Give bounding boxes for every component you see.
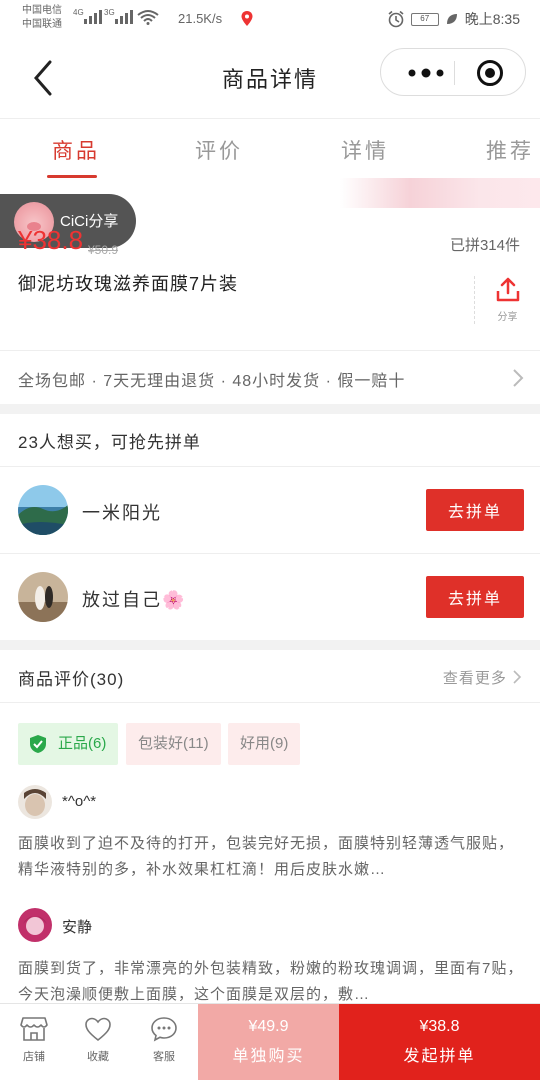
more-dots-icon[interactable]: [401, 63, 451, 83]
store-icon: [20, 1017, 48, 1041]
network-type-1: 4G: [73, 8, 84, 17]
customer-service-button[interactable]: 客服: [134, 1016, 194, 1064]
share-upload-icon: [496, 277, 520, 302]
tag-chip-authentic[interactable]: 正品(6): [18, 723, 119, 765]
member-name-text: 放过自己: [82, 590, 162, 610]
original-price: ¥50.9: [88, 243, 119, 257]
tag-chip-useful[interactable]: 好用(9): [228, 723, 301, 765]
review-text: 面膜到货了，非常漂亮的外包装精致，粉嫩的粉玫瑰调调，里面有7贴，今天泡澡顺便敷上…: [18, 960, 524, 1003]
store-button[interactable]: 店铺: [4, 1016, 64, 1064]
start-group-buy-button[interactable]: ¥38.8 发起拼单: [339, 1004, 540, 1080]
bottom-action-bar: 店铺 收藏 客服 ¥49.9 单独购买 ¥38.8 发起拼单: [0, 1003, 540, 1080]
reviewer-name: 安静: [62, 919, 93, 936]
alone-price: ¥49.9: [248, 1018, 289, 1035]
capsule-divider: [454, 61, 455, 85]
signal-icon-1: [84, 10, 102, 24]
signal-icon-2: [115, 10, 133, 24]
product-title: 御泥坊玫瑰滋养面膜7片装: [18, 274, 239, 294]
chat-bubble-icon: [151, 1017, 177, 1042]
avatar: [18, 485, 68, 535]
share-button[interactable]: 分享: [474, 276, 540, 324]
tag-label: 包装好(11): [138, 735, 209, 752]
group-buy-price: ¥38.8: [419, 1018, 460, 1035]
section-gap: [0, 640, 540, 650]
active-tab-indicator: [47, 175, 97, 178]
status-bar: 中国电信 中国联通 4G 3G 21.5K/s 67 晚上8:35: [0, 0, 540, 38]
member-name: 一米阳光: [82, 503, 162, 523]
group-price: ¥38.8: [18, 225, 84, 255]
group-buy-label: 发起拼单: [403, 1048, 476, 1065]
service-guarantees[interactable]: 全场包邮 · 7天无理由退货 · 48小时发货 · 假一赔十: [0, 350, 540, 404]
heart-icon: [85, 1017, 111, 1042]
group-buy-row: 放过自己🌸 去拼单: [0, 553, 540, 639]
view-more-label: 查看更多: [442, 670, 507, 687]
divider: [0, 702, 540, 703]
member-name: 放过自己🌸: [82, 586, 186, 612]
buy-alone-button[interactable]: ¥49.9 单独购买: [198, 1004, 339, 1080]
reviews-heading: 商品评价(30): [18, 670, 125, 689]
chevron-right-icon: [513, 670, 522, 684]
tab-product[interactable]: 商品: [52, 135, 100, 165]
battery-icon: 67: [410, 12, 439, 26]
mini-program-capsule: [380, 48, 526, 96]
avatar: [18, 908, 52, 942]
close-miniprogram-icon[interactable]: [476, 59, 504, 87]
flower-emoji: 🌸: [162, 590, 187, 610]
favorite-label: 收藏: [87, 1051, 109, 1063]
store-label: 店铺: [23, 1051, 45, 1063]
network-speed: 21.5K/s: [178, 11, 223, 26]
tag-label: 正品(6): [58, 735, 107, 752]
group-buy-heading: 23人想买，可抢先拼单: [18, 433, 201, 452]
join-group-button[interactable]: 去拼单: [426, 489, 524, 531]
group-buy-row: 一米阳光 去拼单: [0, 466, 540, 552]
alarm-clock-icon: [388, 10, 404, 28]
tab-details[interactable]: 详情: [341, 135, 389, 165]
status-right: 67 晚上8:35: [387, 9, 520, 29]
review-text: 面膜收到了迫不及待的打开，包装完好无损，面膜特别轻薄透气服贴，精华液特别的多，补…: [18, 835, 515, 878]
alone-label: 单独购买: [232, 1048, 305, 1065]
nav-bar: 商品详情: [0, 38, 540, 118]
sold-count: 已拼314件: [449, 237, 520, 254]
avatar: [18, 572, 68, 622]
leaf-icon: [446, 14, 457, 24]
shield-check-icon: [30, 735, 46, 753]
favorite-button[interactable]: 收藏: [68, 1016, 128, 1064]
view-more-link[interactable]: 查看更多: [443, 667, 522, 688]
wifi-icon: [137, 10, 159, 25]
share-label: 分享: [497, 312, 518, 323]
tag-label: 好用(9): [240, 735, 289, 752]
clock: 晚上8:35: [464, 11, 520, 27]
join-group-button[interactable]: 去拼单: [426, 576, 524, 618]
tab-reviews[interactable]: 评价: [195, 135, 243, 165]
location-pin-icon: [241, 11, 253, 26]
carrier-info: 中国电信 中国联通: [22, 4, 62, 32]
service-text: 全场包邮 · 7天无理由退货 · 48小时发货 · 假一赔十: [18, 373, 406, 390]
tab-recommend[interactable]: 推荐: [486, 135, 534, 165]
avatar: [18, 785, 52, 819]
network-type-2: 3G: [104, 8, 115, 17]
chevron-right-icon: [513, 369, 524, 387]
tag-chip-packaging[interactable]: 包装好(11): [126, 723, 221, 765]
product-image-strip: [340, 178, 540, 208]
carrier-2: 中国联通: [22, 19, 62, 30]
carrier-1: 中国电信: [22, 5, 62, 16]
customer-service-label: 客服: [153, 1051, 175, 1063]
section-gap: [0, 404, 540, 414]
reviewer-name: *^o^*: [62, 793, 97, 810]
tab-bar: 商品 评价 详情 推荐: [0, 118, 540, 180]
